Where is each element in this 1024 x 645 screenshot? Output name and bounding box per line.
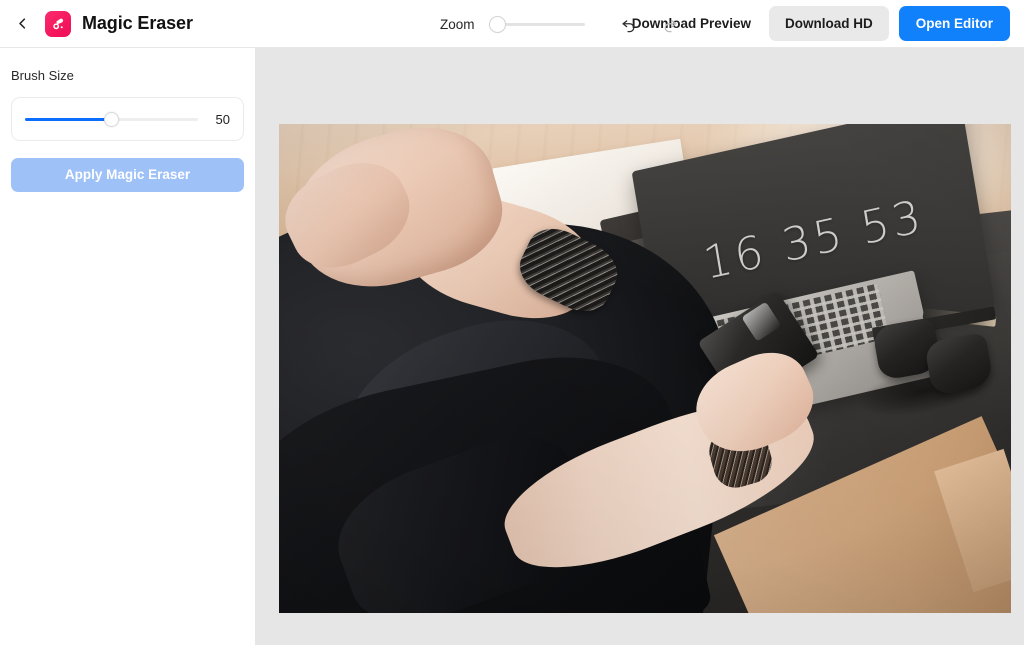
photo-composite: 16 35 53 bbox=[279, 124, 1011, 613]
zoom-control-group: Zoom bbox=[440, 0, 685, 48]
redo-arrow-icon bbox=[661, 16, 678, 33]
top-toolbar: Magic Eraser Zoom Download Preview Downl… bbox=[0, 0, 1024, 48]
undo-arrow-icon bbox=[621, 16, 638, 33]
zoom-slider[interactable] bbox=[488, 14, 585, 34]
tool-sidebar: Brush Size 50 Apply Magic Eraser bbox=[0, 48, 256, 645]
brush-slider-thumb[interactable] bbox=[104, 111, 119, 127]
apply-magic-eraser-button[interactable]: Apply Magic Eraser bbox=[11, 158, 244, 192]
brand: Magic Eraser bbox=[45, 10, 193, 37]
brush-size-slider[interactable] bbox=[25, 110, 198, 128]
zoom-slider-thumb[interactable] bbox=[488, 15, 506, 33]
brush-size-value: 50 bbox=[215, 111, 230, 127]
undo-button[interactable] bbox=[615, 9, 645, 39]
download-hd-button[interactable]: Download HD bbox=[769, 5, 889, 42]
open-editor-button[interactable]: Open Editor bbox=[898, 5, 1010, 42]
magic-eraser-app: Magic Eraser Zoom Download Preview Downl… bbox=[0, 0, 1024, 645]
back-button[interactable] bbox=[8, 10, 36, 38]
redo-button[interactable] bbox=[655, 9, 685, 39]
editable-photo[interactable]: 16 35 53 bbox=[279, 124, 1011, 613]
magic-eraser-logo-icon bbox=[45, 10, 71, 37]
image-canvas[interactable]: 16 35 53 bbox=[256, 48, 1024, 645]
brush-slider-fill bbox=[25, 117, 112, 121]
brush-size-control: 50 bbox=[11, 97, 244, 141]
zoom-label: Zoom bbox=[440, 16, 475, 32]
brush-size-label: Brush Size bbox=[11, 68, 74, 83]
app-title: Magic Eraser bbox=[82, 13, 193, 33]
chevron-left-icon bbox=[15, 16, 30, 31]
main-body: Brush Size 50 Apply Magic Eraser 16 35 5… bbox=[0, 48, 1024, 645]
